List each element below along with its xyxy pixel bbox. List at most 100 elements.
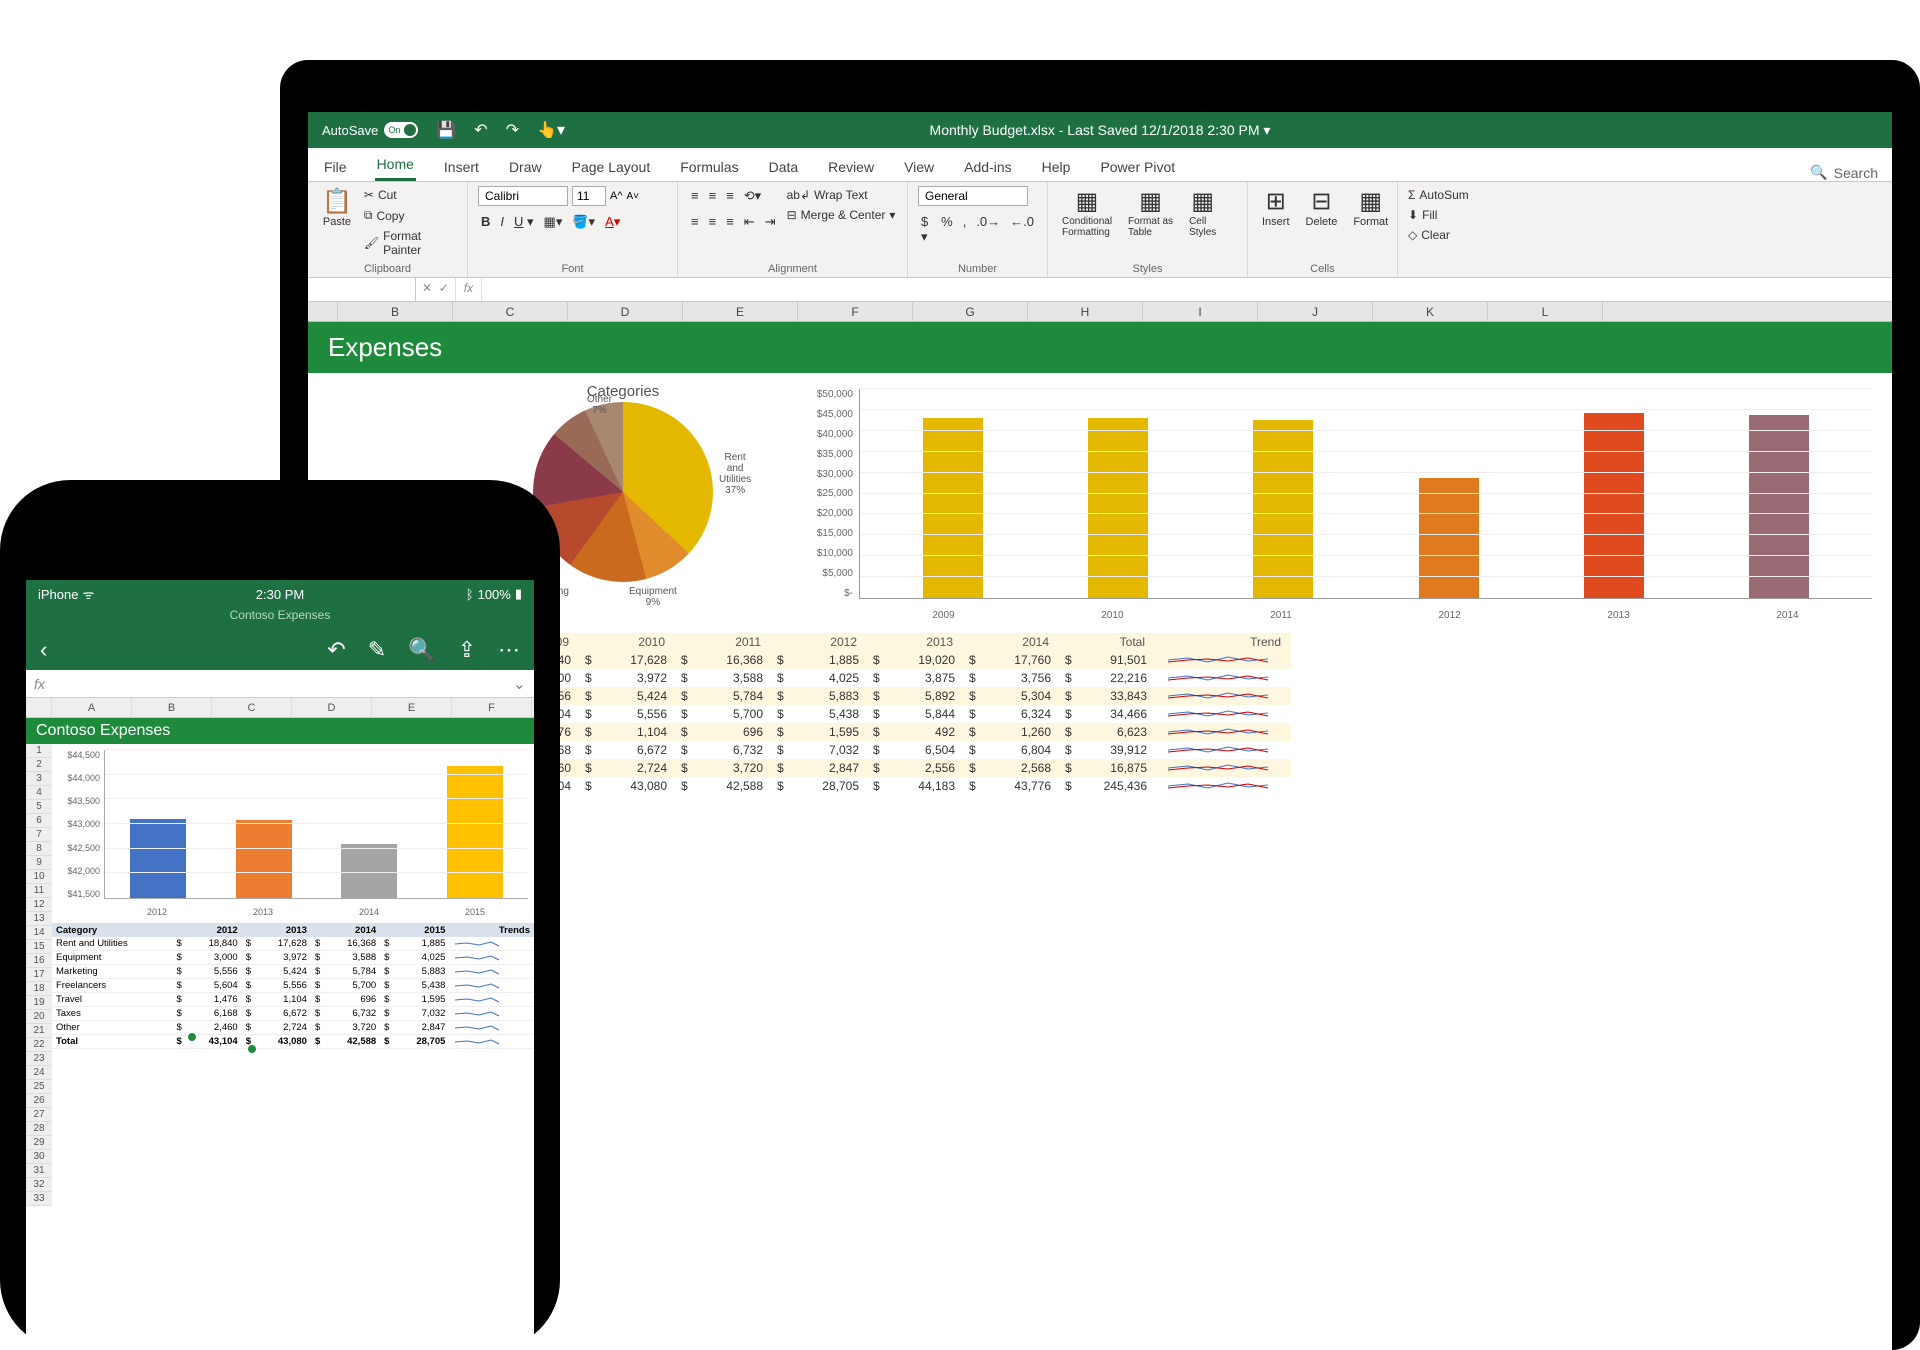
autosave-toggle[interactable]: On	[384, 122, 418, 138]
table-row[interactable]: $2,460$2,724$3,720$2,847$2,556$2,568$16,…	[463, 759, 1291, 777]
column-header[interactable]: E	[683, 302, 798, 321]
autosave-control[interactable]: AutoSave On	[322, 122, 418, 138]
tab-view[interactable]: View	[902, 153, 936, 181]
undo-icon[interactable]: ↶	[327, 637, 345, 663]
save-icon[interactable]: 💾	[436, 120, 456, 140]
table-row[interactable]: Taxes$6,168$6,672$6,732$7,032	[52, 1007, 534, 1021]
cut-button[interactable]: ✂Cut	[364, 186, 457, 204]
insert-cells-button[interactable]: ⊞Insert	[1258, 186, 1294, 232]
phone-doc-title[interactable]: Contoso Expenses	[26, 608, 534, 630]
font-name-select[interactable]	[478, 186, 568, 206]
delete-cells-button[interactable]: ⊟Delete	[1302, 186, 1342, 232]
phone-formula-bar[interactable]: fx ⌄	[26, 670, 534, 698]
tab-data[interactable]: Data	[767, 153, 801, 181]
row-header[interactable]: 18	[26, 982, 52, 996]
table-row[interactable]: Marketing$5,556$5,424$5,784$5,883	[52, 965, 534, 979]
table-row[interactable]: Other$2,460$2,724$3,720$2,847	[52, 1021, 534, 1035]
search-ribbon[interactable]: 🔍 Search	[1810, 164, 1878, 181]
row-header[interactable]: 5	[26, 800, 52, 814]
document-title[interactable]: Monthly Budget.xlsx - Last Saved 12/1/20…	[930, 122, 1271, 139]
row-header[interactable]: 17	[26, 968, 52, 982]
indent-increase-icon[interactable]: ⇥	[762, 212, 779, 232]
table-row[interactable]: $18,840$17,628$16,368$1,885$19,020$17,76…	[463, 651, 1291, 669]
row-header[interactable]: 8	[26, 842, 52, 856]
phone-bar-chart[interactable]: $41,500$42,000$42,500$43,000$43,500$44,0…	[52, 744, 534, 924]
fx-label[interactable]: fx	[456, 278, 482, 301]
table-row[interactable]: $6,168$6,672$6,732$7,032$6,504$6,804$39,…	[463, 741, 1291, 759]
column-header[interactable]: L	[1488, 302, 1603, 321]
more-icon[interactable]: ⋯	[498, 637, 520, 663]
tab-formulas[interactable]: Formulas	[678, 153, 740, 181]
row-header[interactable]: 21	[26, 1024, 52, 1038]
increase-decimal-button[interactable]: .0→	[973, 212, 1003, 247]
row-header[interactable]: 30	[26, 1150, 52, 1164]
tab-add-ins[interactable]: Add-ins	[962, 153, 1013, 181]
table-row[interactable]: $5,604$5,556$5,700$5,438$5,844$6,324$34,…	[463, 705, 1291, 723]
bold-button[interactable]: B	[478, 212, 493, 232]
row-header[interactable]: 9	[26, 856, 52, 870]
table-row[interactable]: Total$43,104$43,080$42,588$28,705	[52, 1035, 534, 1049]
tab-insert[interactable]: Insert	[442, 153, 481, 181]
row-header[interactable]: 33	[26, 1192, 52, 1206]
row-header[interactable]: 6	[26, 814, 52, 828]
column-header[interactable]: A	[52, 698, 132, 717]
redo-icon[interactable]: ↷	[506, 120, 519, 140]
back-icon[interactable]: ‹	[40, 637, 47, 663]
touch-mode-icon[interactable]: 👆▾	[537, 120, 565, 140]
tab-review[interactable]: Review	[826, 153, 876, 181]
row-header[interactable]: 13	[26, 912, 52, 926]
chevron-down-icon[interactable]: ⌄	[513, 674, 526, 694]
number-format-select[interactable]	[918, 186, 1028, 206]
phone-expenses-table[interactable]: Category2012201320142015Trends Rent and …	[52, 924, 534, 1049]
orientation-icon[interactable]: ⟲▾	[741, 186, 764, 206]
border-button[interactable]: ▦▾	[541, 212, 566, 232]
format-cells-button[interactable]: ▦Format	[1349, 186, 1392, 232]
column-header[interactable]: H	[1028, 302, 1143, 321]
column-header[interactable]: D	[568, 302, 683, 321]
expenses-table[interactable]: 200920102011201220132014TotalTrend $18,8…	[463, 633, 1291, 795]
decrease-decimal-button[interactable]: ←.0	[1007, 212, 1037, 247]
tab-draw[interactable]: Draw	[507, 153, 544, 181]
table-row[interactable]: $43,104$43,080$42,588$28,705$44,183$43,7…	[463, 777, 1291, 795]
table-row[interactable]: $5,556$5,424$5,784$5,883$5,892$5,304$33,…	[463, 687, 1291, 705]
row-header[interactable]: 3	[26, 772, 52, 786]
row-header[interactable]: 19	[26, 996, 52, 1010]
column-header[interactable]: K	[1373, 302, 1488, 321]
row-header[interactable]: 7	[26, 828, 52, 842]
row-header[interactable]: 1	[26, 744, 52, 758]
format-as-table-button[interactable]: ▦Format as Table	[1124, 186, 1177, 242]
column-header[interactable]: D	[292, 698, 372, 717]
table-row[interactable]: Freelancers$5,604$5,556$5,700$5,438	[52, 979, 534, 993]
formula-controls[interactable]: ✕ ✓	[416, 278, 456, 301]
row-header[interactable]: 23	[26, 1052, 52, 1066]
row-header[interactable]: 2	[26, 758, 52, 772]
paste-button[interactable]: 📋 Paste	[318, 186, 356, 232]
column-header[interactable]: B	[338, 302, 453, 321]
wrap-text-button[interactable]: ab↲Wrap Text	[787, 186, 896, 204]
row-header[interactable]: 24	[26, 1066, 52, 1080]
fill-button[interactable]: ⬇Fill	[1408, 206, 1469, 224]
align-bottom-icon[interactable]: ≡	[723, 186, 737, 206]
tab-page-layout[interactable]: Page Layout	[570, 153, 653, 181]
row-header[interactable]: 20	[26, 1010, 52, 1024]
row-header[interactable]: 29	[26, 1136, 52, 1150]
grow-font-icon[interactable]: A^	[610, 190, 623, 202]
column-header[interactable]: F	[452, 698, 532, 717]
column-header[interactable]: B	[132, 698, 212, 717]
comma-format-button[interactable]: ,	[960, 212, 970, 247]
table-row[interactable]: Equipment$3,000$3,972$3,588$4,025	[52, 951, 534, 965]
column-header[interactable]: E	[372, 698, 452, 717]
phone-column-headers[interactable]: ABCDEF	[26, 698, 534, 718]
merge-center-button[interactable]: ⊟Merge & Center ▾	[787, 206, 896, 224]
row-header[interactable]: 26	[26, 1094, 52, 1108]
italic-button[interactable]: I	[497, 212, 507, 232]
row-header[interactable]: 4	[26, 786, 52, 800]
column-header[interactable]: C	[453, 302, 568, 321]
row-header[interactable]: 28	[26, 1122, 52, 1136]
formula-input[interactable]	[482, 278, 1892, 301]
format-painter-button[interactable]: 🖌Format Painter	[364, 227, 457, 259]
font-size-select[interactable]	[572, 186, 606, 206]
row-header[interactable]: 16	[26, 954, 52, 968]
column-header[interactable]: I	[1143, 302, 1258, 321]
table-row[interactable]: Travel$1,476$1,104$696$1,595	[52, 993, 534, 1007]
